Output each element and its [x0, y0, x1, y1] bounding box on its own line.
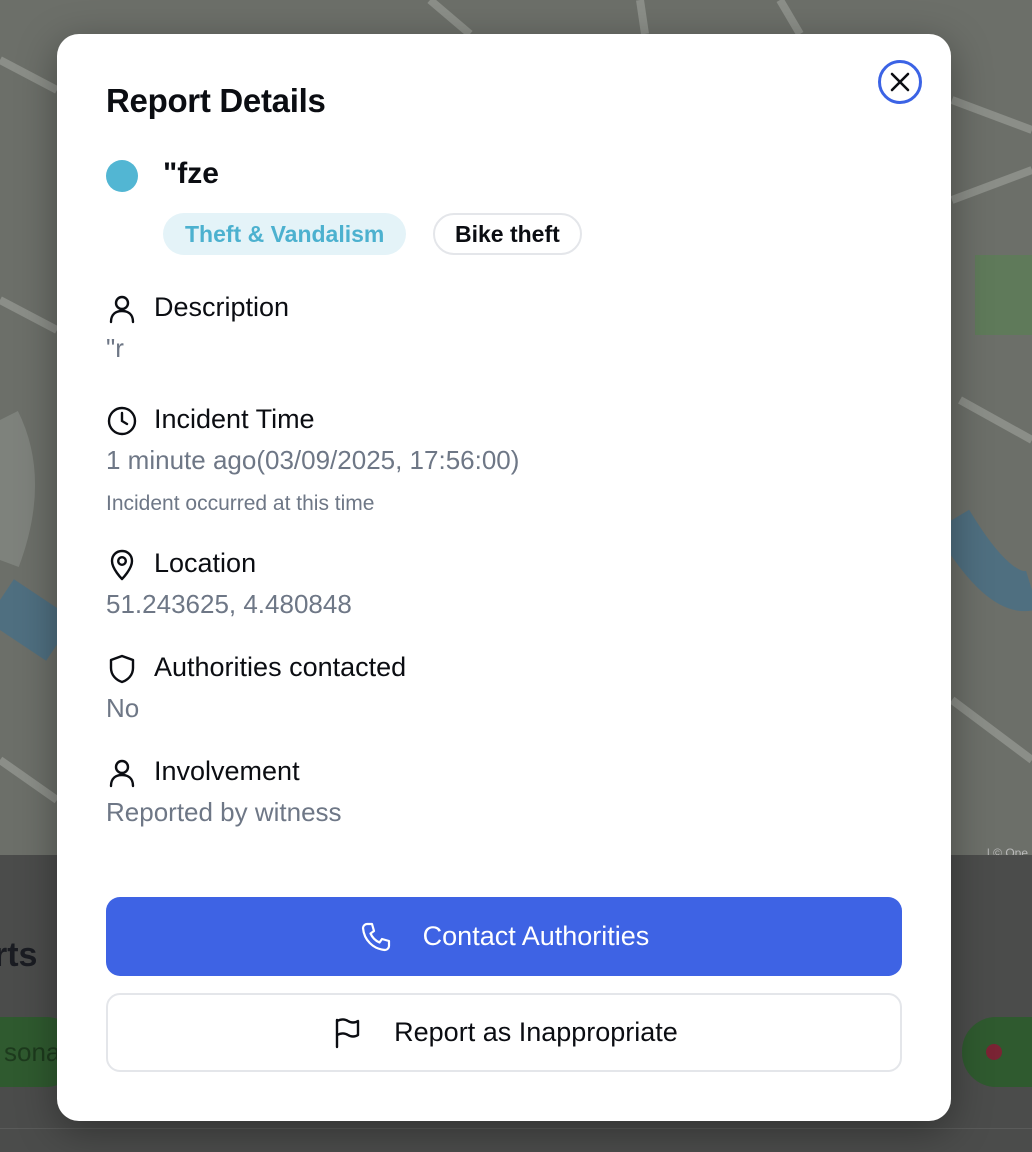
chip-dot — [986, 1044, 1002, 1060]
user-icon — [109, 295, 135, 324]
contact-authorities-button[interactable]: Contact Authorities — [106, 897, 902, 976]
report-inappropriate-button[interactable]: Report as Inappropriate — [106, 993, 902, 1072]
authorities-label: Authorities contacted — [154, 652, 407, 682]
filter-chip[interactable] — [962, 1017, 1032, 1087]
incident-time-note: Incident occurred at this time — [106, 492, 375, 515]
contact-authorities-label: Contact Authorities — [422, 921, 650, 951]
report-name: "fze — [163, 157, 219, 190]
incident-time-value: 1 minute ago(03/09/2025, 17:56:00) — [106, 445, 520, 475]
location-value: 51.243625, 4.480848 — [106, 589, 352, 619]
description-value: "r — [106, 333, 124, 363]
incident-time-label: Incident Time — [154, 404, 315, 434]
shield-icon — [109, 654, 135, 684]
divider — [0, 1128, 1032, 1129]
report-details-modal: Report Details "fze Theft & Vandalism Bi… — [57, 34, 951, 1121]
involvement-label: Involvement — [154, 756, 300, 786]
location-label: Location — [154, 548, 257, 578]
map-attribution: | © Ope — [986, 846, 1028, 855]
report-inappropriate-label: Report as Inappropriate — [394, 1017, 678, 1047]
user-icon — [109, 759, 135, 788]
category-color-dot — [106, 160, 138, 192]
description-label: Description — [154, 292, 290, 322]
subcategory-tag: Bike theft — [433, 213, 582, 255]
clock-icon — [107, 406, 137, 436]
involvement-value: Reported by witness — [106, 797, 342, 827]
modal-title: Report Details — [106, 82, 326, 119]
category-tag: Theft & Vandalism — [163, 213, 407, 255]
map-pin-icon — [110, 549, 134, 581]
authorities-value: No — [106, 693, 140, 723]
close-button[interactable] — [878, 60, 922, 104]
reports-heading: rts — [0, 936, 38, 974]
phone-icon — [361, 922, 390, 951]
close-icon — [890, 72, 910, 92]
flag-icon — [335, 1017, 360, 1048]
